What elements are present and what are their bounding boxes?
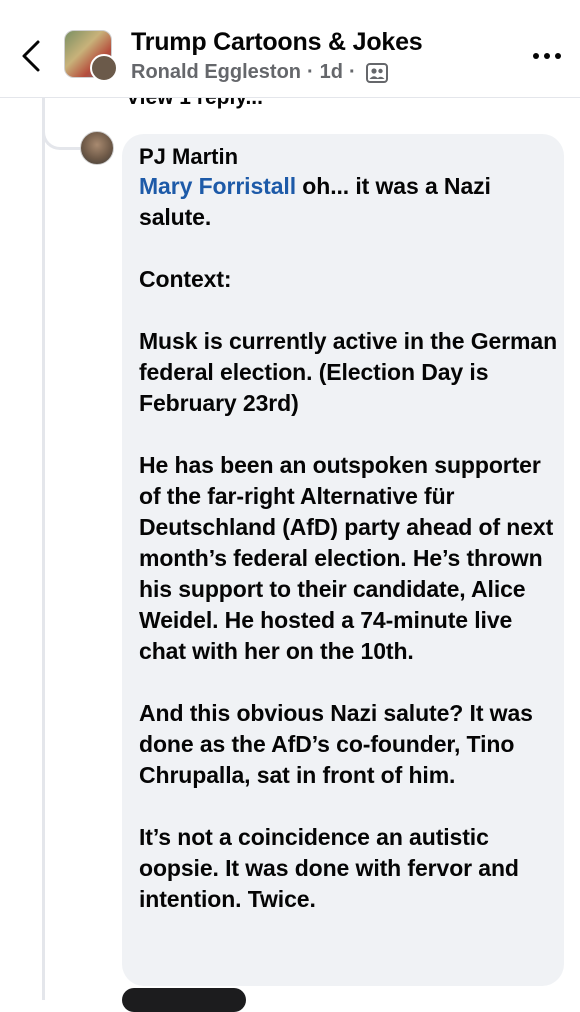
group-avatar[interactable] [64, 30, 118, 82]
members-group-icon [365, 62, 388, 83]
comment-paragraph: He has been an outspoken supporter of th… [139, 452, 554, 664]
author-avatar [90, 54, 118, 82]
comment-author[interactable]: PJ Martin [139, 144, 238, 170]
comment-first-paragraph: Mary Forristall oh... it was a Nazi salu… [139, 171, 559, 233]
media-attachment-preview[interactable] [122, 988, 246, 1012]
comment-text: Mary Forristall oh... it was a Nazi salu… [139, 171, 559, 915]
comment-paragraph: And this obvious Nazi salute? It was don… [139, 700, 533, 788]
more-options-button[interactable] [530, 44, 564, 68]
thread-line [42, 98, 45, 1000]
back-button[interactable] [12, 36, 52, 76]
top-bar: Trump Cartoons & Jokes Ronald Eggleston … [0, 0, 580, 98]
mention-link[interactable]: Mary Forristall [139, 173, 296, 199]
comment-paragraph: Musk is currently active in the German f… [139, 328, 558, 416]
comment-paragraph: It’s not a coincidence an autistic oopsi… [139, 824, 519, 912]
post-meta: Ronald Eggleston · 1d · [131, 61, 388, 84]
group-title[interactable]: Trump Cartoons & Jokes [131, 28, 423, 57]
thread-connector [42, 98, 84, 150]
more-dots-icon [533, 53, 561, 59]
post-author[interactable]: Ronald Eggleston [131, 61, 301, 84]
post-time[interactable]: 1d [320, 61, 343, 84]
reply-author-avatar[interactable] [80, 131, 114, 165]
comment-paragraph: Context: [139, 266, 232, 292]
meta-separator: · [307, 61, 314, 83]
meta-separator: · [349, 61, 356, 83]
chevron-left-icon [22, 40, 40, 72]
